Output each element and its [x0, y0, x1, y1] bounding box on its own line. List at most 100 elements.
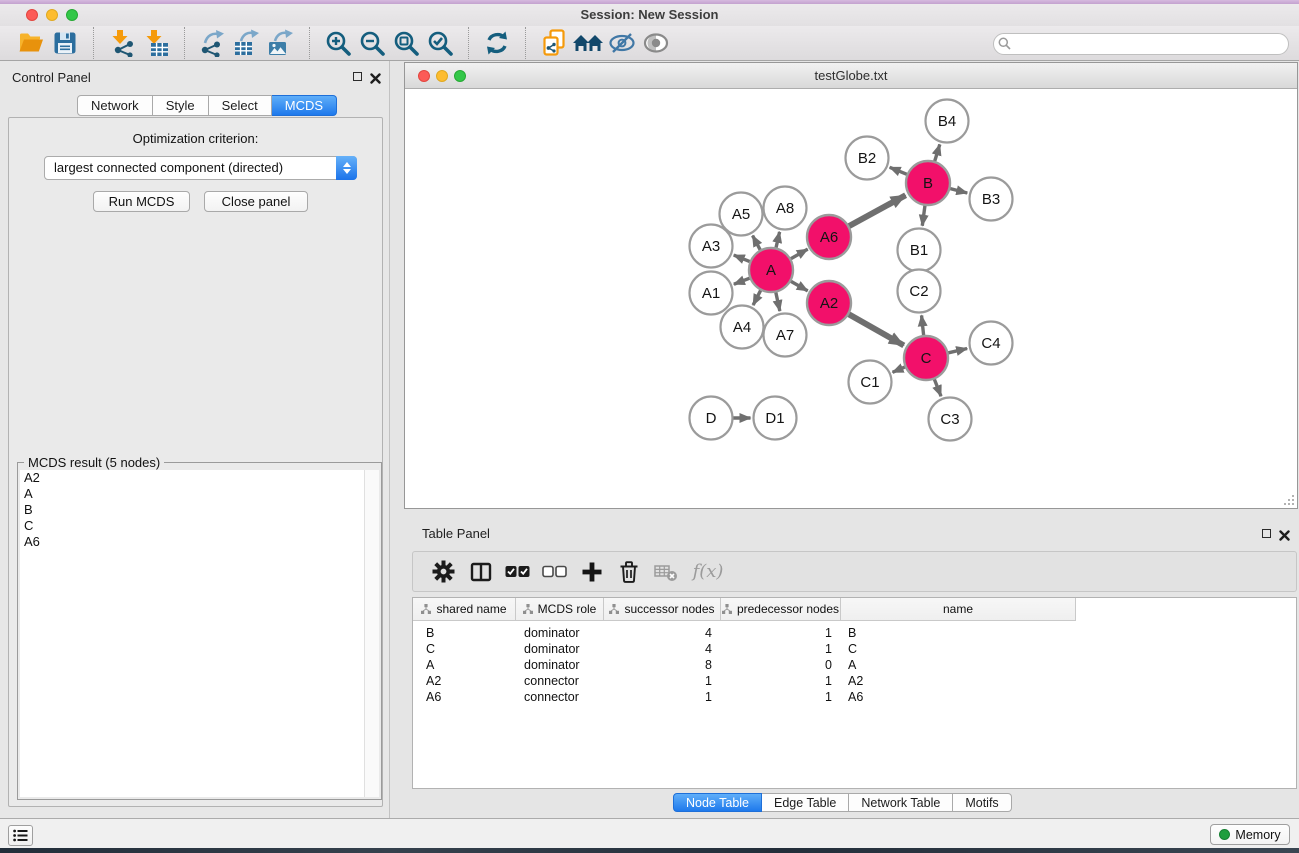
table-cell[interactable]: C — [413, 642, 516, 658]
graph-node-C1[interactable]: C1 — [849, 361, 892, 404]
graph-node-A6[interactable]: A6 — [807, 215, 851, 259]
graph-node-A7[interactable]: A7 — [764, 314, 807, 357]
float-panel-icon[interactable] — [353, 72, 362, 81]
graph-node-B3[interactable]: B3 — [970, 178, 1013, 221]
float-panel-icon[interactable] — [1262, 529, 1271, 538]
network-canvas[interactable]: B4B2BB3A5A8A6A3B1AA1C2A2A4A7C4CC1C3DD1 — [405, 90, 1297, 508]
graph-node-A2[interactable]: A2 — [807, 281, 851, 325]
tab-select[interactable]: Select — [209, 95, 272, 116]
list-item[interactable]: B — [20, 502, 379, 518]
zoom-in-button[interactable] — [321, 27, 355, 59]
close-panel-icon[interactable] — [1279, 530, 1290, 541]
table-row[interactable]: A6 connector 1 1 A6 — [413, 690, 1076, 706]
list-item[interactable]: A6 — [20, 534, 379, 550]
show-panel-button[interactable] — [639, 27, 673, 59]
table-cell[interactable]: 0 — [721, 658, 841, 674]
table-cell[interactable]: B — [413, 626, 516, 642]
delete-table-button[interactable] — [647, 553, 684, 591]
graph-node-A3[interactable]: A3 — [690, 225, 733, 268]
graph-node-A8[interactable]: A8 — [764, 187, 807, 230]
table-cell[interactable]: connector — [516, 690, 604, 706]
search-input[interactable] — [993, 33, 1289, 55]
zoom-fit-button[interactable] — [389, 27, 423, 59]
graph-node-B2[interactable]: B2 — [846, 137, 889, 180]
run-mcds-button[interactable]: Run MCDS — [93, 191, 190, 212]
table-cell[interactable]: dominator — [516, 642, 604, 658]
table-cell[interactable]: 8 — [604, 658, 721, 674]
tab-node-table[interactable]: Node Table — [673, 793, 762, 812]
zoom-out-button[interactable] — [355, 27, 389, 59]
open-session-button[interactable] — [14, 27, 48, 59]
table-row[interactable]: B dominator 4 1 B — [413, 626, 1076, 642]
table-settings-button[interactable] — [425, 553, 462, 591]
optimization-criterion-select[interactable]: largest connected component (directed) — [44, 156, 357, 180]
export-image-button[interactable] — [264, 27, 298, 59]
graph-node-B1[interactable]: B1 — [898, 229, 941, 272]
select-all-button[interactable] — [499, 553, 536, 591]
graph-node-A5[interactable]: A5 — [720, 193, 763, 236]
delete-column-button[interactable] — [610, 553, 647, 591]
graph-node-C4[interactable]: C4 — [970, 322, 1013, 365]
minimize-traffic-light[interactable] — [436, 70, 448, 82]
import-network-button[interactable] — [105, 27, 139, 59]
table-cell[interactable]: A — [413, 658, 516, 674]
function-builder-button[interactable]: f(x) — [684, 553, 732, 591]
table-cell[interactable]: C — [841, 642, 1076, 658]
tab-motifs[interactable]: Motifs — [953, 793, 1011, 812]
save-session-button[interactable] — [48, 27, 82, 59]
table-row[interactable]: A2 connector 1 1 A2 — [413, 674, 1076, 690]
close-traffic-light[interactable] — [26, 9, 38, 21]
list-item[interactable]: A2 — [20, 470, 379, 486]
table-cell[interactable]: A6 — [841, 690, 1076, 706]
column-header-successor-nodes[interactable]: successor nodes — [604, 598, 721, 621]
table-cell[interactable]: dominator — [516, 658, 604, 674]
table-cell[interactable]: 4 — [604, 626, 721, 642]
table-cell[interactable]: B — [841, 626, 1076, 642]
resize-grip-icon[interactable] — [1283, 494, 1295, 506]
table-cell[interactable]: 1 — [721, 674, 841, 690]
table-row[interactable]: C dominator 4 1 C — [413, 642, 1076, 658]
graph-node-C[interactable]: C — [904, 336, 948, 380]
graph-node-C2[interactable]: C2 — [898, 270, 941, 313]
graph-node-B4[interactable]: B4 — [926, 100, 969, 143]
close-panel-button[interactable]: Close panel — [204, 191, 308, 212]
mcds-result-list[interactable]: A2 A B C A6 — [20, 470, 379, 797]
close-panel-icon[interactable] — [370, 73, 381, 84]
zoom-traffic-light[interactable] — [66, 9, 78, 21]
zoom-traffic-light[interactable] — [454, 70, 466, 82]
list-item[interactable]: C — [20, 518, 379, 534]
column-header-name[interactable]: name — [841, 598, 1076, 621]
refresh-layout-button[interactable] — [480, 27, 514, 59]
graph-node-A4[interactable]: A4 — [721, 306, 764, 349]
table-cell[interactable]: 1 — [604, 690, 721, 706]
close-traffic-light[interactable] — [418, 70, 430, 82]
tab-mcds[interactable]: MCDS — [272, 95, 337, 116]
table-row[interactable]: A dominator 8 0 A — [413, 658, 1076, 674]
table-cell[interactable]: 1 — [721, 690, 841, 706]
tab-network[interactable]: Network — [77, 95, 153, 116]
export-table-button[interactable] — [230, 27, 264, 59]
column-header-shared-name[interactable]: shared name — [413, 598, 516, 621]
table-cell[interactable]: 1 — [604, 674, 721, 690]
import-table-button[interactable] — [139, 27, 173, 59]
graph-node-B[interactable]: B — [906, 161, 950, 205]
graph-node-D[interactable]: D — [690, 397, 733, 440]
column-view-button[interactable] — [462, 553, 499, 591]
minimize-traffic-light[interactable] — [46, 9, 58, 21]
table-cell[interactable]: A — [841, 658, 1076, 674]
network-graph[interactable]: B4B2BB3A5A8A6A3B1AA1C2A2A4A7C4CC1C3DD1 — [405, 90, 1297, 510]
network-window-titlebar[interactable]: testGlobe.txt — [405, 63, 1297, 89]
scrollbar[interactable] — [364, 470, 379, 797]
column-header-predecessor-nodes[interactable]: predecessor nodes — [721, 598, 841, 621]
table-cell[interactable]: A6 — [413, 690, 516, 706]
table-cell[interactable]: dominator — [516, 626, 604, 642]
graph-node-D1[interactable]: D1 — [754, 397, 797, 440]
memory-button[interactable]: Memory — [1210, 824, 1290, 845]
table-cell[interactable]: 4 — [604, 642, 721, 658]
export-network-button[interactable] — [196, 27, 230, 59]
graph-node-A[interactable]: A — [749, 248, 793, 292]
table-cell[interactable]: 1 — [721, 626, 841, 642]
hide-panel-button[interactable] — [605, 27, 639, 59]
table-cell[interactable]: A2 — [841, 674, 1076, 690]
table-cell[interactable]: connector — [516, 674, 604, 690]
